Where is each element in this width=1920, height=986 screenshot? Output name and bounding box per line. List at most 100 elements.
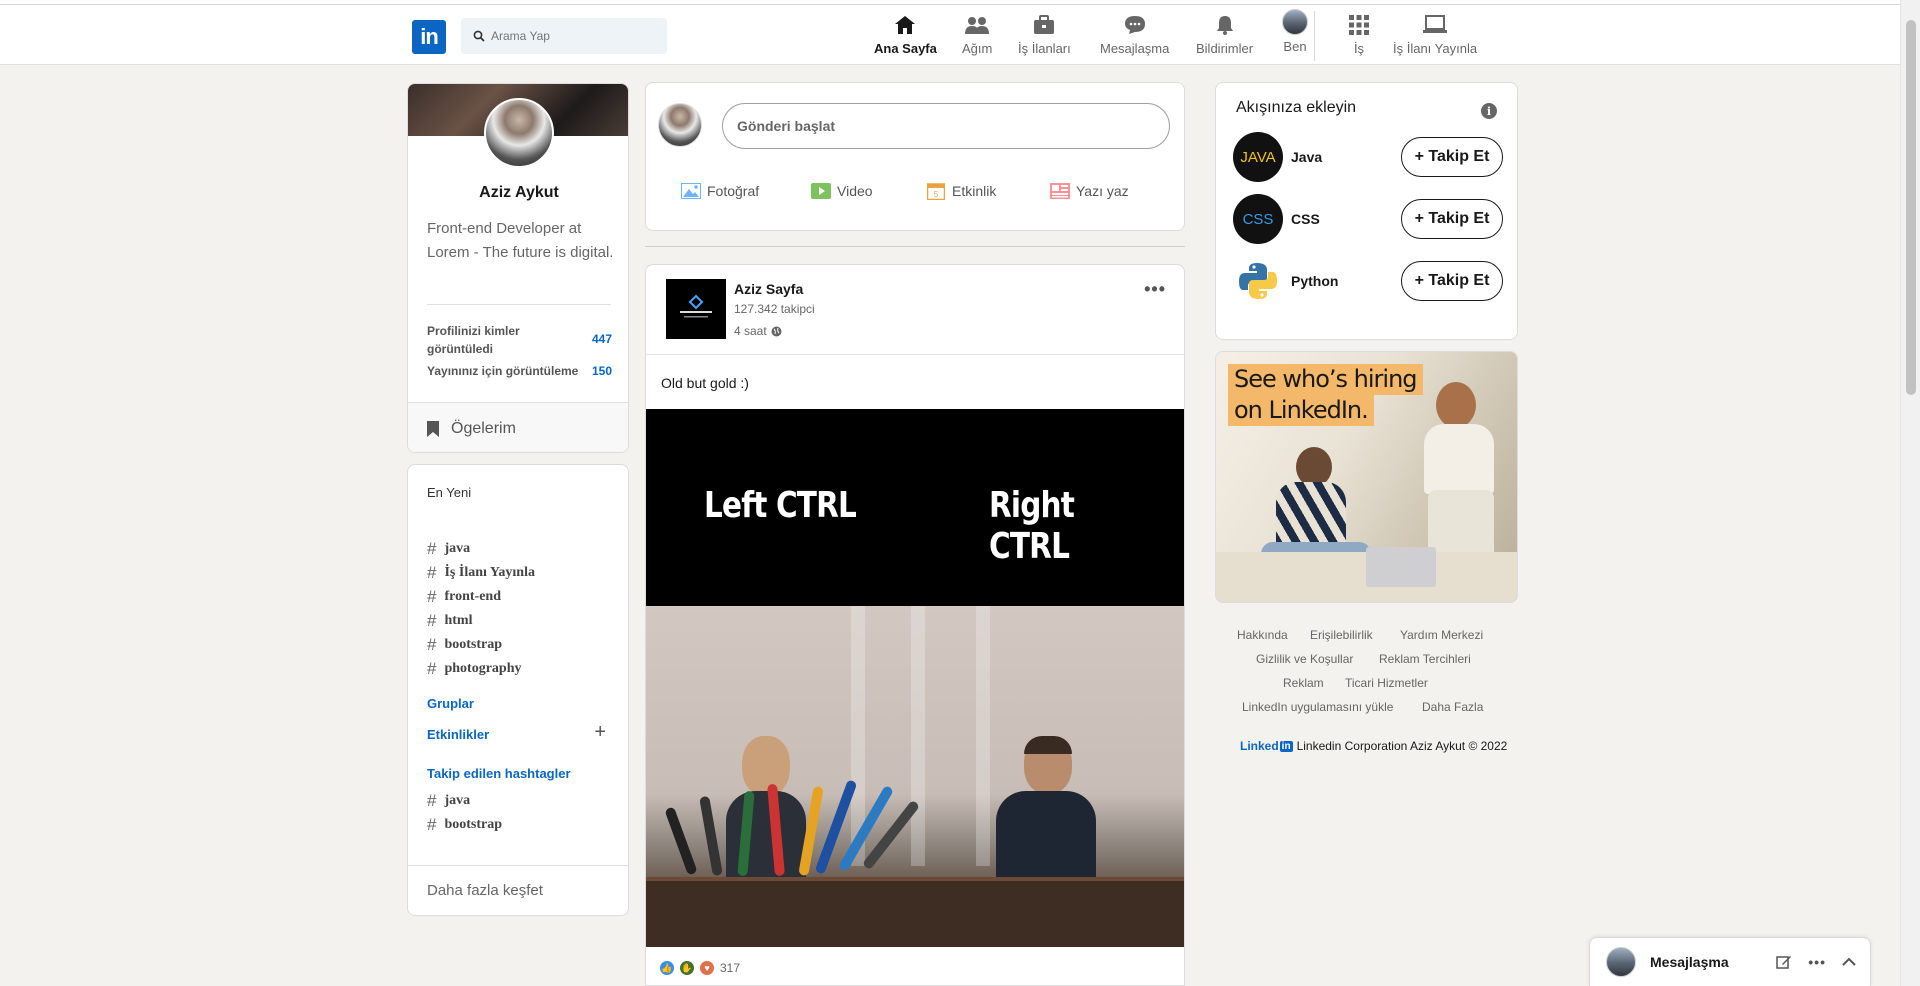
- profile-divider: [427, 304, 611, 305]
- recent-tag-post-job[interactable]: # İş İlanı Yayınla: [427, 563, 535, 583]
- stat-post-views-label: Yayınınız için görüntüleme: [427, 364, 579, 378]
- nav-post-job[interactable]: İş İlanı Yayınla: [1393, 13, 1477, 63]
- footer-link-help[interactable]: Yardım Merkezi: [1400, 628, 1483, 642]
- recent-tag-front-end[interactable]: # front-end: [427, 587, 501, 607]
- add-event-icon[interactable]: +: [594, 721, 606, 744]
- chevron-up-icon[interactable]: [1842, 957, 1856, 967]
- nav-home[interactable]: Ana Sayfa: [874, 13, 937, 63]
- compose-icon[interactable]: [1776, 954, 1792, 970]
- recent-tag-photography[interactable]: # photography: [427, 659, 522, 679]
- nav-work[interactable]: İş: [1349, 13, 1369, 63]
- hash-icon: #: [427, 587, 437, 606]
- follow-python-button[interactable]: + Takip Et: [1401, 261, 1503, 301]
- page-scrollbar[interactable]: [1900, 0, 1920, 986]
- globe-icon: [771, 326, 782, 336]
- followed-tag-label: java: [444, 793, 471, 808]
- ad-headline-line1: See who’s hiring: [1228, 364, 1423, 395]
- meme-photo: [646, 606, 1184, 947]
- messaging-more-icon[interactable]: •••: [1808, 954, 1826, 970]
- search-box[interactable]: [461, 18, 667, 54]
- share-event-button[interactable]: 5 Etkinlik: [926, 182, 996, 200]
- search-input[interactable]: [491, 29, 661, 43]
- css-logo[interactable]: CSS: [1233, 194, 1283, 244]
- events-link[interactable]: Etkinlikler: [427, 727, 489, 742]
- stat-profile-views-label: Profilinizi kimler görüntüledi: [427, 324, 520, 356]
- hash-icon: #: [427, 539, 437, 558]
- messaging-bar[interactable]: Mesajlaşma •••: [1589, 937, 1871, 986]
- reaction-count: 317: [720, 961, 741, 975]
- nav-network-label: Ağım: [962, 41, 993, 56]
- stat-post-views[interactable]: Yayınınız için görüntüleme 150: [427, 362, 612, 380]
- footer-link-accessibility[interactable]: Erişilebilirlik: [1310, 628, 1373, 642]
- footer-link-business[interactable]: Ticari Hizmetler: [1345, 676, 1428, 690]
- footer-link-about[interactable]: Hakkında: [1237, 628, 1288, 642]
- add-to-feed-card: Akışınıza ekleyin i JAVA Java + Takip Et…: [1215, 82, 1518, 340]
- followed-tag-bootstrap[interactable]: # bootstrap: [427, 815, 502, 835]
- start-post-input[interactable]: Gönderi başlat: [722, 103, 1170, 149]
- discover-more-button[interactable]: Daha fazla keşfet: [408, 865, 628, 915]
- nav-network[interactable]: Ağım: [962, 13, 992, 63]
- nav-divider: [1314, 11, 1315, 61]
- me-avatar: [1282, 9, 1308, 35]
- my-items[interactable]: Ögelerim: [408, 402, 628, 452]
- followed-tag-java[interactable]: # java: [427, 791, 470, 811]
- footer-link-app[interactable]: LinkedIn uygulamasını yükle: [1242, 700, 1393, 714]
- nav-notifications[interactable]: Bildirimler: [1196, 13, 1253, 63]
- bell-icon: [1216, 16, 1233, 35]
- java-logo[interactable]: JAVA: [1233, 132, 1283, 182]
- nav-jobs[interactable]: İş İlanları: [1018, 13, 1071, 63]
- profile-avatar[interactable]: [484, 98, 554, 168]
- groups-link[interactable]: Gruplar: [427, 696, 474, 711]
- nav-messaging[interactable]: Mesajlaşma: [1100, 13, 1169, 63]
- nav-messaging-label: Mesajlaşma: [1100, 41, 1170, 56]
- share-photo-button[interactable]: Fotoğraf: [681, 182, 759, 200]
- post-image[interactable]: Left CTRL Right CTRL: [646, 409, 1184, 947]
- post-reactions[interactable]: 👍 ✋ ♥ 317: [660, 961, 740, 975]
- share-avatar[interactable]: [658, 103, 702, 147]
- nav-work-label: İş: [1353, 41, 1365, 56]
- footer-link-privacy[interactable]: Gizlilik ve Koşullar: [1256, 652, 1353, 666]
- meme-left-caption: Left CTRL: [704, 485, 857, 526]
- nav-me[interactable]: Ben: [1282, 9, 1308, 59]
- photo-pillar: [911, 606, 925, 866]
- bookmark-icon: [427, 420, 439, 437]
- hiring-ad[interactable]: See who’s hiring on LinkedIn.: [1215, 351, 1518, 603]
- recent-tag-label: photography: [444, 661, 522, 676]
- footer-link-more[interactable]: Daha Fazla: [1422, 700, 1483, 714]
- top-navbar: in Ana Sayfa Ağım İş İlanları Mesajlaşma…: [0, 5, 1900, 65]
- share-video-button[interactable]: Video: [811, 182, 873, 200]
- footer-link-advertising[interactable]: Reklam: [1283, 676, 1324, 690]
- recent-tag-java[interactable]: # java: [427, 539, 470, 559]
- footer-link-ad-choices[interactable]: Reklam Tercihleri: [1379, 652, 1471, 666]
- follow-item-name[interactable]: Python: [1291, 273, 1338, 289]
- scrollbar-thumb[interactable]: [1906, 20, 1916, 395]
- photo-desk: [646, 877, 1184, 947]
- footer-linkedin-logo: Linked in: [1240, 739, 1293, 753]
- follow-java-button[interactable]: + Takip Et: [1401, 137, 1503, 177]
- discover-card: En Yeni # java # İş İlanı Yayınla # front-e…: [407, 464, 629, 916]
- recent-tag-html[interactable]: # html: [427, 611, 472, 631]
- follow-item-name[interactable]: CSS: [1291, 211, 1320, 227]
- add-to-feed-title: Akışınıza ekleyin: [1236, 99, 1357, 116]
- follow-css-button[interactable]: + Takip Et: [1401, 199, 1503, 239]
- python-logo[interactable]: [1233, 256, 1283, 306]
- linkedin-logo[interactable]: in: [412, 20, 446, 54]
- stat-profile-views[interactable]: Profilinizi kimler görüntüledi 447: [427, 322, 612, 358]
- followed-hashtags-link[interactable]: Takip edilen hashtagler: [427, 766, 571, 781]
- post-author-name[interactable]: Aziz Sayfa: [734, 281, 803, 297]
- share-photo-label: Fotoğraf: [707, 183, 760, 199]
- follow-item-java: JAVA Java + Takip Et: [1233, 132, 1503, 182]
- post-more-icon[interactable]: •••: [1144, 279, 1166, 300]
- share-event-label: Etkinlik: [952, 183, 997, 199]
- recent-tag-label: html: [444, 613, 473, 628]
- share-article-button[interactable]: Yazı yaz: [1050, 182, 1129, 200]
- photo-icon: [681, 183, 701, 199]
- info-icon[interactable]: i: [1481, 103, 1497, 119]
- grid-icon: [1349, 15, 1369, 35]
- post-author-logo[interactable]: [666, 279, 726, 339]
- recent-tag-bootstrap[interactable]: # bootstrap: [427, 635, 502, 655]
- svg-text:5: 5: [934, 190, 939, 199]
- profile-name[interactable]: Aziz Aykut: [408, 184, 628, 202]
- footer-brand: Linked in Linkedin Corporation Aziz Aykut…: [1240, 739, 1507, 753]
- follow-item-name[interactable]: Java: [1291, 149, 1322, 165]
